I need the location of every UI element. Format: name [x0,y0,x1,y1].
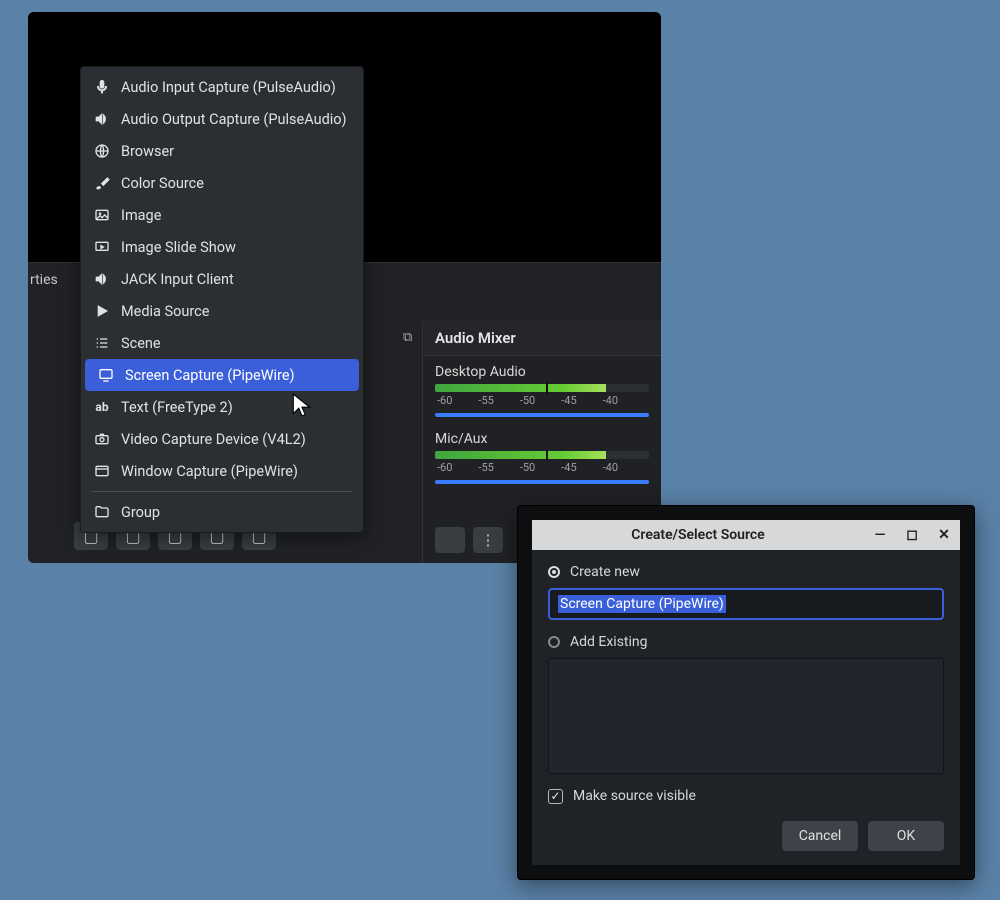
create-new-label: Create new [570,564,640,580]
menu-item-label: Video Capture Device (V4L2) [121,431,306,448]
menu-item-label: Audio Output Capture (PulseAudio) [121,111,347,128]
menu-item-browser[interactable]: Browser [81,135,363,167]
add-source-menu: Audio Input Capture (PulseAudio) Audio O… [80,66,364,533]
db-tick: -45 [561,461,576,474]
volume-slider[interactable] [435,413,649,417]
menu-item-scene[interactable]: Scene [81,327,363,359]
dock-title-fragment: rties [28,272,58,288]
folder-icon [93,503,111,521]
menu-item-jack[interactable]: JACK Input Client [81,263,363,295]
menu-item-label: Image Slide Show [121,239,236,256]
menu-item-text[interactable]: ab Text (FreeType 2) [81,391,363,423]
db-tick: -45 [561,394,576,407]
checkbox-icon: ✓ [548,789,563,804]
camera-icon [93,430,111,448]
create-source-dialog: Create/Select Source — ◻ ✕ Create new Sc… [517,505,975,880]
mixer-channel: Mic/Aux -60 -55 -50 -45 -40 [423,423,661,490]
globe-icon [93,142,111,160]
menu-item-label: Media Source [121,303,209,320]
cancel-button[interactable]: Cancel [782,821,858,851]
mixer-channel-name: Desktop Audio [435,364,649,380]
brush-icon [93,174,111,192]
menu-item-label: Audio Input Capture (PulseAudio) [121,79,336,96]
menu-item-label: Color Source [121,175,204,192]
menu-separator [91,491,353,492]
mixer-more-button[interactable]: ⋮ [473,527,503,553]
close-icon: ✕ [938,527,950,543]
mixer-channel-name: Mic/Aux [435,431,649,447]
popout-icon[interactable]: ⧉ [403,330,419,346]
menu-item-label: Screen Capture (PipeWire) [125,367,295,384]
scene-icon [93,334,111,352]
menu-item-window-capture[interactable]: Window Capture (PipeWire) [81,455,363,487]
db-tick: -60 [437,461,452,474]
menu-item-screen-capture[interactable]: Screen Capture (PipeWire) [85,359,359,391]
menu-item-label: Browser [121,143,174,160]
maximize-icon: ◻ [906,527,918,543]
window-maximize-button[interactable]: ◻ [896,520,928,550]
menu-item-audio-input[interactable]: Audio Input Capture (PulseAudio) [81,71,363,103]
menu-item-label: Scene [121,335,161,352]
source-name-value: Screen Capture (PipeWire) [558,595,726,613]
menu-item-label: Image [121,207,161,224]
menu-item-audio-output[interactable]: Audio Output Capture (PulseAudio) [81,103,363,135]
obs-window: rties ▢ ▢ ▢ ▢ ▢ ⧉ Audio Mixer Desktop Au… [28,12,661,563]
make-visible-label: Make source visible [573,788,696,804]
create-new-radio-row[interactable]: Create new [548,564,944,580]
audio-mixer-title: Audio Mixer [423,321,661,356]
db-ticks: -60 -55 -50 -45 -40 [435,461,649,474]
source-name-input[interactable]: Screen Capture (PipeWire) [548,588,944,620]
db-tick: -40 [603,461,618,474]
db-tick: -60 [437,394,452,407]
mic-icon [93,78,111,96]
add-existing-label: Add Existing [570,634,648,650]
mixer-channel: Desktop Audio -60 -55 -50 -45 -40 [423,356,661,423]
window-icon [93,462,111,480]
minimize-icon: — [875,527,886,543]
ok-button[interactable]: OK [868,821,944,851]
menu-item-label: Window Capture (PipeWire) [121,463,298,480]
db-tick: -50 [520,461,535,474]
menu-item-color-source[interactable]: Color Source [81,167,363,199]
db-tick: -40 [603,394,618,407]
dialog-title: Create/Select Source [532,527,864,543]
kebab-icon: ⋮ [481,531,496,549]
speaker-icon [93,110,111,128]
menu-item-label: JACK Input Client [121,271,234,288]
volume-meter [435,384,649,392]
monitor-icon [97,366,115,384]
play-icon [93,302,111,320]
db-ticks: -60 -55 -50 -45 -40 [435,394,649,407]
menu-item-label: Text (FreeType 2) [121,399,233,416]
radio-icon [548,566,560,578]
db-tick: -55 [478,394,493,407]
db-tick: -50 [520,394,535,407]
menu-item-video-capture[interactable]: Video Capture Device (V4L2) [81,423,363,455]
mixer-settings-button[interactable] [435,527,465,553]
db-tick: -55 [478,461,493,474]
image-icon [93,206,111,224]
add-existing-radio-row[interactable]: Add Existing [548,634,944,650]
window-minimize-button[interactable]: — [864,520,896,550]
radio-icon [548,636,560,648]
make-visible-row[interactable]: ✓ Make source visible [548,788,944,804]
existing-sources-list[interactable] [548,658,944,774]
window-close-button[interactable]: ✕ [928,520,960,550]
dialog-titlebar[interactable]: Create/Select Source — ◻ ✕ [532,520,960,550]
slideshow-icon [93,238,111,256]
menu-item-slideshow[interactable]: Image Slide Show [81,231,363,263]
menu-item-label: Group [121,504,160,521]
speaker-icon [93,270,111,288]
volume-meter [435,451,649,459]
volume-slider[interactable] [435,480,649,484]
text-icon: ab [93,398,111,416]
mixer-toolbar: ⋮ [435,527,503,553]
menu-item-media-source[interactable]: Media Source [81,295,363,327]
menu-item-image[interactable]: Image [81,199,363,231]
menu-item-group[interactable]: Group [81,496,363,528]
